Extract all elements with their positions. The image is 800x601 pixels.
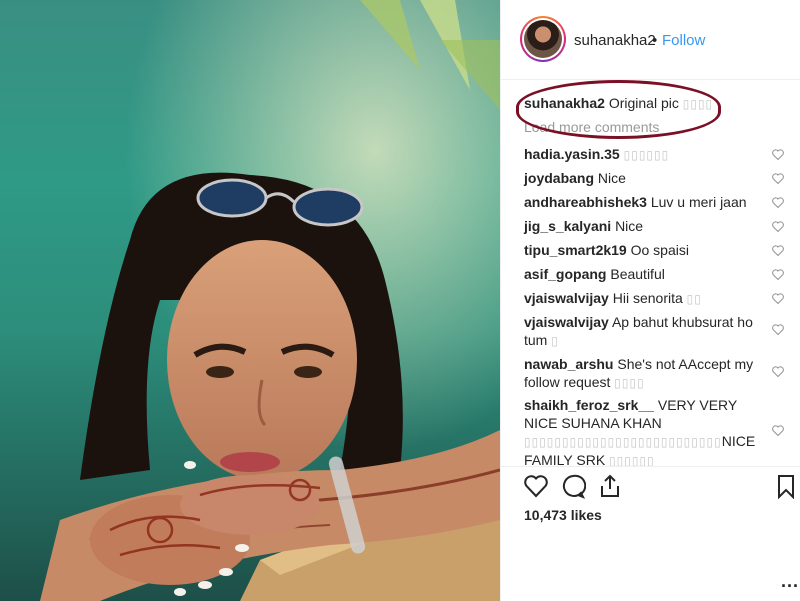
share-icon[interactable] [597,473,623,499]
comment-emoji: ▯▯▯▯▯▯ [623,148,670,162]
comment-like-heart-icon[interactable] [772,197,784,208]
comment-username[interactable]: vjaiswalvijay [524,290,609,306]
comment-text: Beautiful [610,266,665,282]
separator-dot: • [652,32,658,49]
avatar[interactable] [520,16,566,62]
comment-emoji: ▯▯▯▯ [614,376,645,390]
caption-emoji: ▯▯▯▯ [682,97,714,111]
comment-like-heart-icon[interactable] [772,173,784,184]
comment-username[interactable]: joydabang [524,170,594,186]
comment-text: Nice [597,170,626,186]
comment-item: joydabang Nice [524,169,768,187]
comment-like-heart-icon[interactable] [772,221,784,232]
comment-like-heart-icon[interactable] [772,425,784,436]
comment-emoji-tail: ▯▯▯▯▯▯ [609,454,655,466]
comment-like-heart-icon[interactable] [772,269,784,280]
comment-item: vjaiswalvijay Hii senorita ▯▯ [524,289,768,308]
comments-list[interactable]: suhanakha2 Original pic ▯▯▯▯ Load more c… [501,81,800,466]
more-options-button[interactable]: ... [781,571,799,592]
post-caption: suhanakha2 Original pic ▯▯▯▯ [524,94,713,113]
caption-text: Original pic [608,95,679,111]
heart-outline-icon[interactable] [523,473,549,499]
comment-text: Luv u meri jaan [650,194,747,210]
post-header: suhanakha2 • Follow [501,0,800,80]
comment-username[interactable]: jig_s_kalyani [524,218,611,234]
photo-illustration [0,0,500,601]
comment-item: asif_gopang Beautiful [524,265,768,283]
comment-text: Nice [615,218,644,234]
comment-username[interactable]: hadia.yasin.35 [524,146,620,162]
comment-like-heart-icon[interactable] [772,149,784,160]
comment-text: Oo spaisi [630,242,689,258]
comment-username[interactable]: nawab_arshu [524,356,613,372]
comment-item: vjaiswalvijay Ap bahut khubsurat ho tum … [524,313,768,350]
comment-item: tipu_smart2k19 Oo spaisi [524,241,768,259]
comment-username[interactable]: shaikh_feroz_srk__ [524,397,654,413]
comment-item: andhareabhishek3 Luv u meri jaan [524,193,768,211]
comment-like-heart-icon[interactable] [772,245,784,256]
post-author-username[interactable]: suhanakha2 [574,32,656,49]
caption-username[interactable]: suhanakha2 [524,95,605,111]
comment-like-heart-icon[interactable] [772,293,784,304]
comment-item: nawab_arshu She's not AAccept my follow … [524,355,768,392]
comment-item: shaikh_feroz_srk__ VERY VERY NICE SUHANA… [524,396,768,466]
comment-username[interactable]: vjaiswalvijay [524,314,609,330]
post-actions-bar: 10,473 likes ... [501,466,800,601]
post-side-panel: suhanakha2 • Follow suhanakha2 Original … [500,0,800,601]
comment-username[interactable]: andhareabhishek3 [524,194,647,210]
follow-button[interactable]: Follow [662,32,705,49]
comment-username[interactable]: asif_gopang [524,266,606,282]
comment-emoji: ▯ [551,334,559,348]
comment-text: Hii senorita [612,290,683,306]
comment-username[interactable]: tipu_smart2k19 [524,242,627,258]
comment-emoji: ▯▯▯▯▯▯▯▯▯▯▯▯▯▯▯▯▯▯▯▯▯▯▯▯▯▯ [524,435,722,449]
comment-item: hadia.yasin.35 ▯▯▯▯▯▯ [524,145,768,164]
likes-count[interactable]: 10,473 likes [524,507,602,523]
bookmark-icon[interactable] [773,473,799,500]
comment-like-heart-icon[interactable] [772,324,784,335]
comment-emoji: ▯▯ [686,292,702,306]
comment-like-heart-icon[interactable] [772,366,784,377]
comment-item: jig_s_kalyani Nice [524,217,768,235]
post-photo[interactable] [0,0,500,601]
comment-bubble-icon[interactable] [560,473,587,499]
load-more-comments-link[interactable]: Load more comments [524,119,659,135]
